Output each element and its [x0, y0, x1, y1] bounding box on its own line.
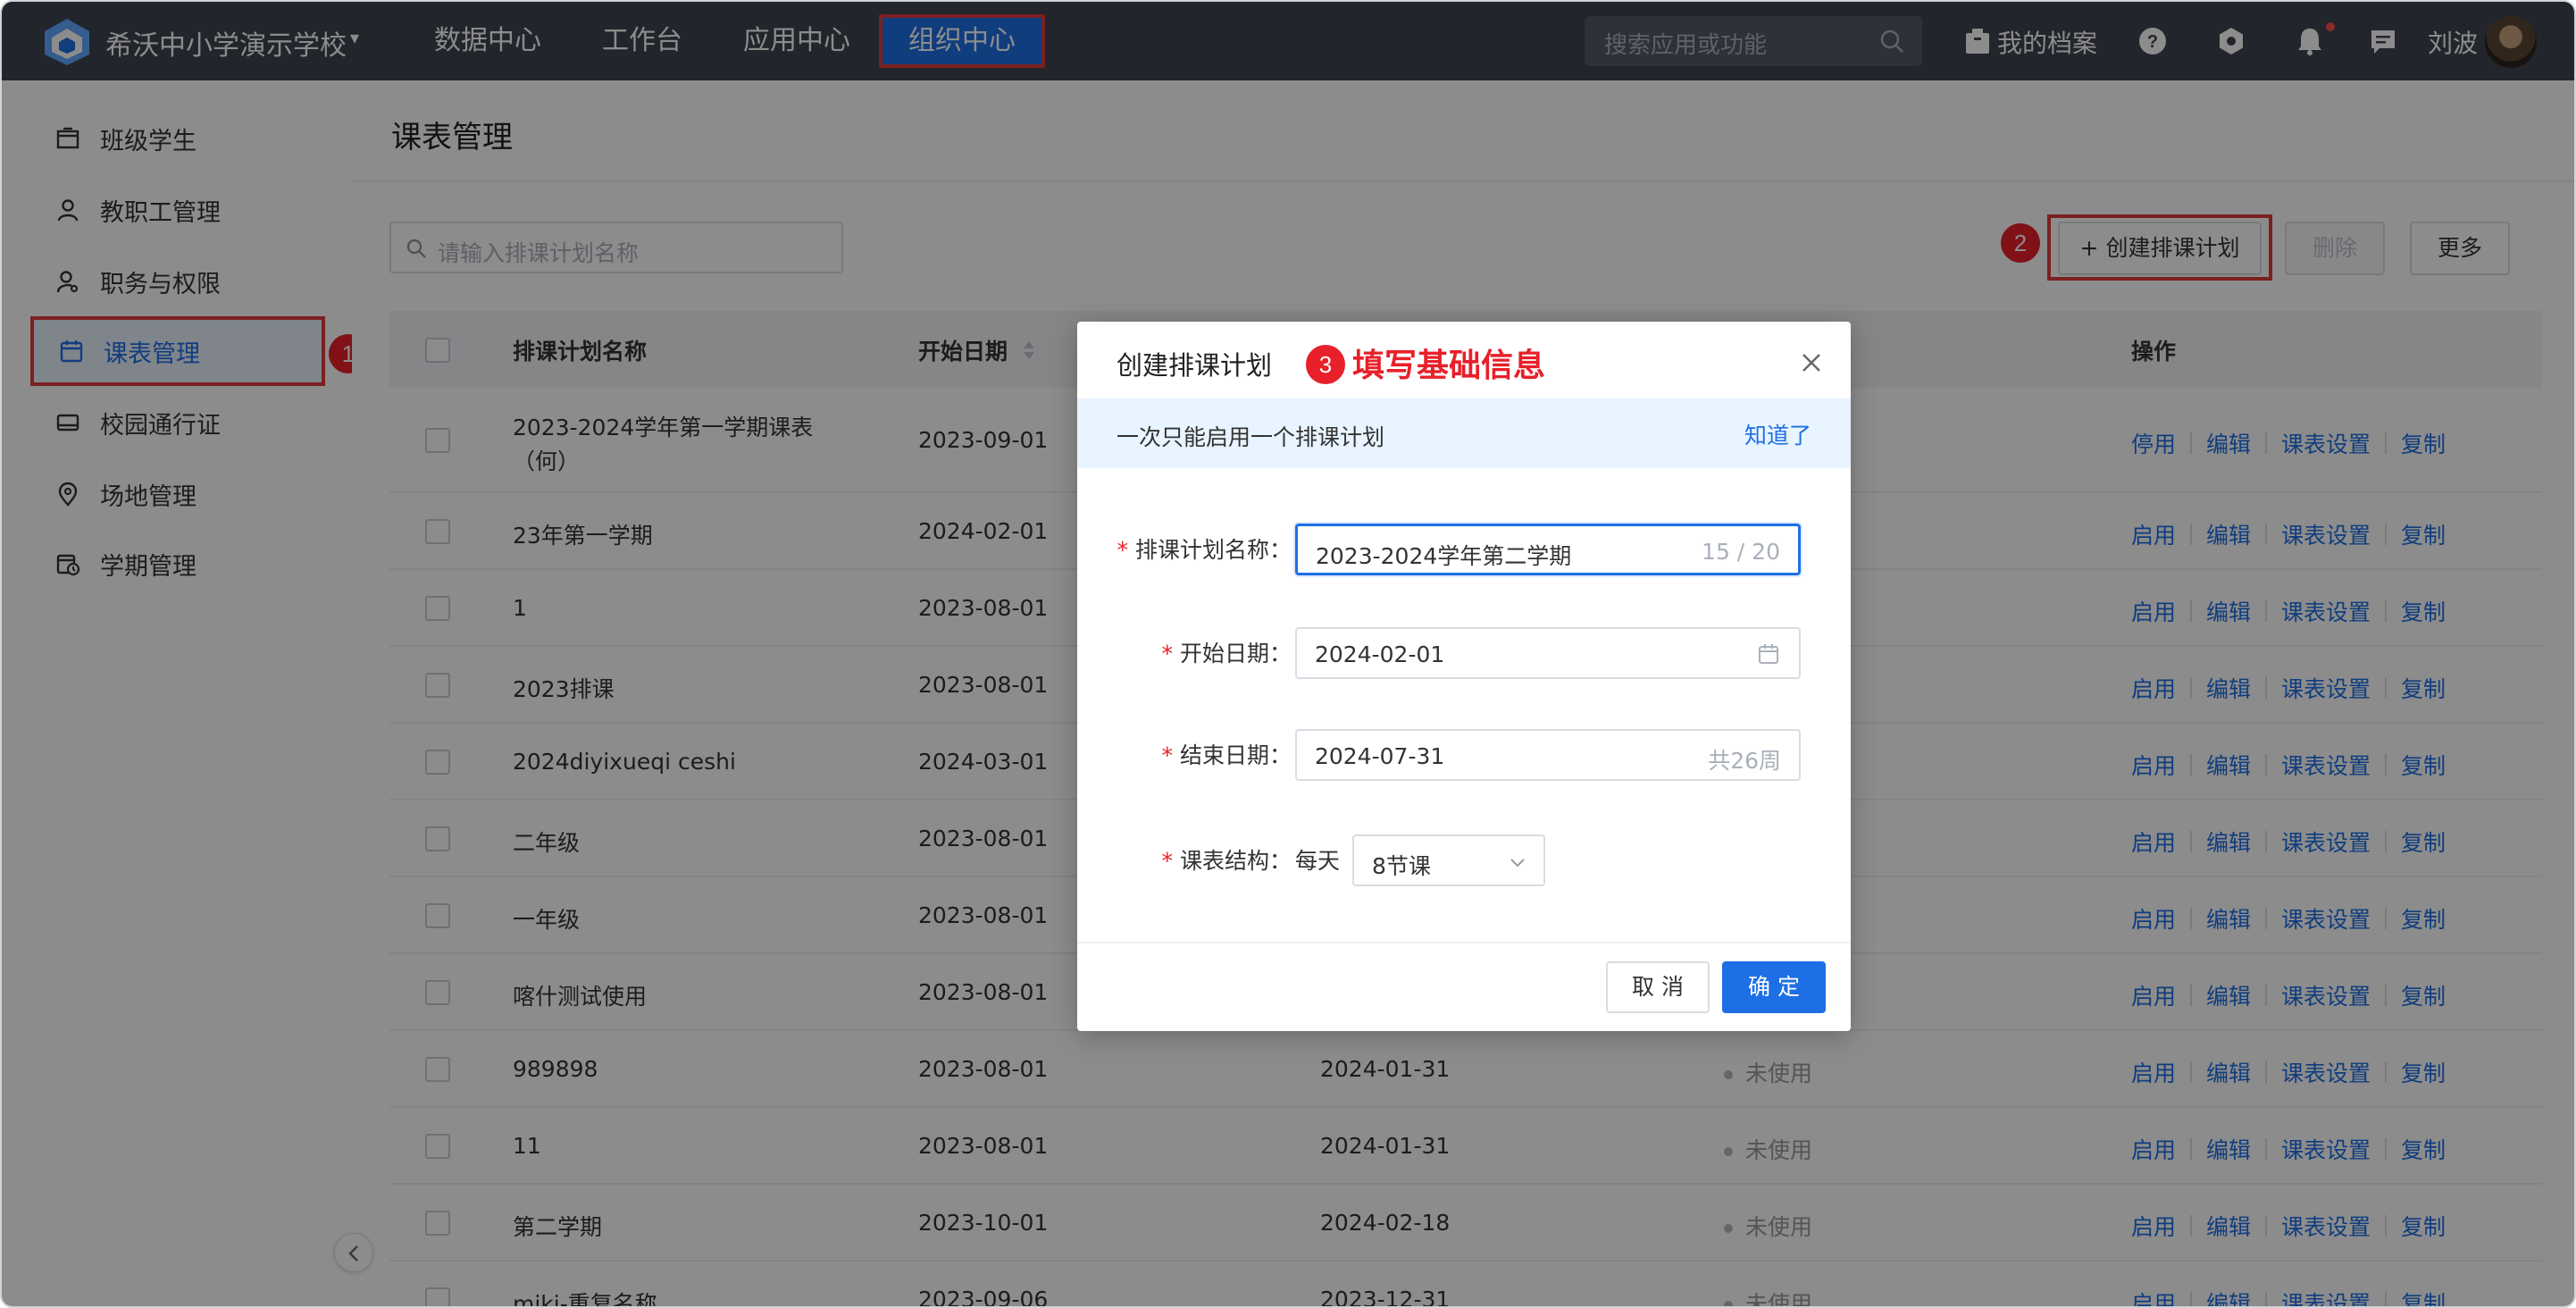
week-count: 共26周 [1708, 748, 1781, 774]
plan-name-value: 2023-2024学年第二学期 [1316, 543, 1572, 569]
start-date-label: * 开始日期： [1161, 641, 1292, 667]
plan-name-input[interactable]: 2023-2024学年第二学期 15 / 20 [1295, 524, 1801, 575]
annotation-step-3-text: 填写基础信息 [1352, 348, 1546, 384]
cancel-button[interactable]: 取 消 [1606, 961, 1710, 1013]
end-date-value: 2024-07-31 [1315, 743, 1445, 769]
confirm-button[interactable]: 确 定 [1722, 961, 1826, 1013]
chevron-down-icon [1510, 859, 1525, 868]
lessons-per-day-select[interactable]: 8节课 [1352, 834, 1545, 886]
info-notice: 一次只能启用一个排课计划 知道了 [1077, 398, 1851, 468]
char-counter: 15 / 20 [1702, 539, 1780, 565]
close-icon[interactable] [1801, 352, 1822, 373]
divider [1077, 942, 1851, 943]
lessons-per-day-value: 8节课 [1372, 853, 1431, 879]
start-date-picker[interactable]: 2024-02-01 [1295, 627, 1801, 679]
start-date-value: 2024-02-01 [1315, 641, 1445, 667]
structure-label: * 课表结构： [1161, 848, 1292, 874]
plan-name-label: * 排课计划名称： [1117, 537, 1292, 563]
annotation-step-3: 3 [1306, 345, 1345, 384]
calendar-icon [1759, 644, 1778, 664]
notice-dismiss-link[interactable]: 知道了 [1744, 418, 1811, 450]
structure-prefix: 每天 [1295, 848, 1341, 874]
create-plan-dialog: 创建排课计划 3 填写基础信息 一次只能启用一个排课计划 知道了 * 排课计划名称… [1077, 322, 1851, 1031]
end-date-label: * 结束日期： [1161, 742, 1292, 768]
end-date-picker[interactable]: 2024-07-31 共26周 [1295, 729, 1801, 781]
dialog-title: 创建排课计划 [1117, 350, 1273, 381]
notice-text: 一次只能启用一个排课计划 [1117, 424, 1385, 450]
app-window: 希沃中小学演示学校 ▾ 数据中心 工作台 应用中心 组织中心 搜索应用或功能 我… [0, 0, 2576, 1308]
